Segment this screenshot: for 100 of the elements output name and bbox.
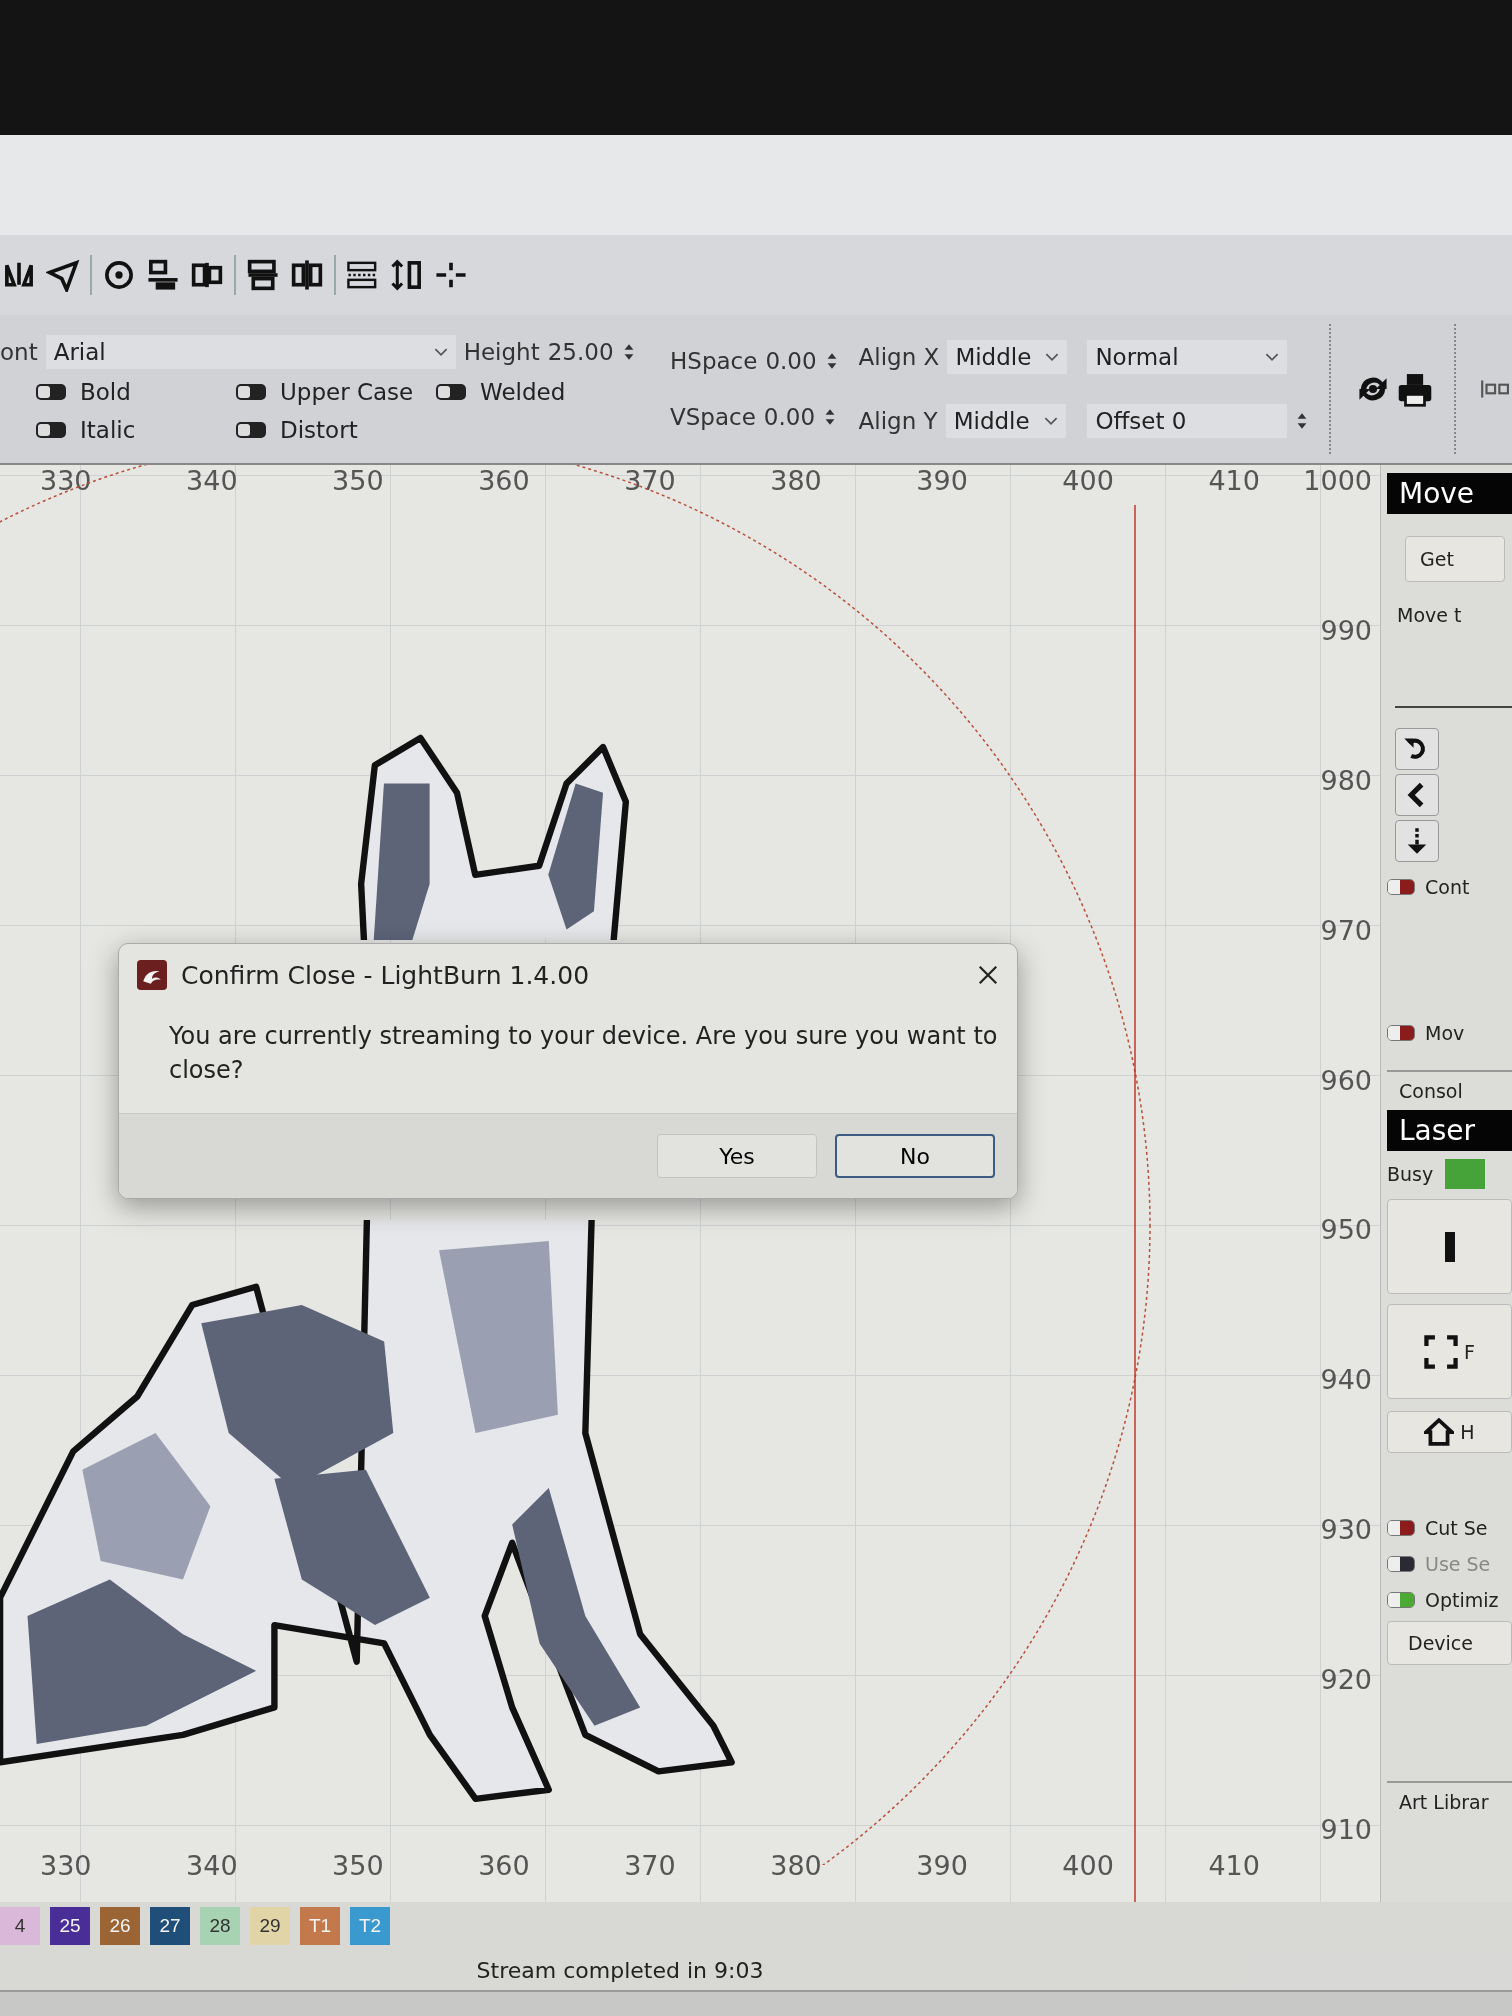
hspace-value: 0.00 [765, 348, 817, 374]
ruler-number: 330 [40, 1850, 92, 1881]
ruler-number: 950 [1320, 1214, 1372, 1246]
font-label: ont [0, 339, 38, 365]
toggle-switch[interactable] [1387, 879, 1415, 895]
panel-tab[interactable]: Consol [1387, 1070, 1512, 1102]
ruler-number: 400 [1062, 1850, 1114, 1881]
status-indicator [1445, 1159, 1486, 1189]
ruler-number: 990 [1320, 614, 1372, 646]
align-icon[interactable] [146, 258, 180, 292]
panel-tab[interactable]: Laser [1387, 1110, 1512, 1151]
layer-color-swatch[interactable]: 27 [150, 1907, 190, 1945]
dialog-title: Confirm Close - LightBurn 1.4.00 [181, 960, 591, 990]
ruler-number: 370 [624, 1850, 676, 1881]
jog-button[interactable] [1395, 820, 1439, 862]
ruler-number: 980 [1320, 764, 1372, 796]
ruler-number: 330 [40, 465, 92, 496]
toggle-label: Use Se [1425, 1553, 1491, 1575]
layer-color-swatch[interactable]: 29 [250, 1907, 290, 1945]
spacing-icon[interactable] [390, 258, 424, 292]
ruler-number: 920 [1320, 1664, 1372, 1695]
chevron-down-icon [1043, 416, 1058, 426]
home-icon [1424, 1417, 1455, 1447]
toggle-switch[interactable] [36, 422, 66, 438]
ruler-number: 1000 [1303, 465, 1372, 496]
toggle-switch[interactable] [436, 384, 466, 400]
devices-button[interactable]: Device [1387, 1621, 1512, 1665]
close-icon[interactable] [977, 964, 999, 986]
toggle-label: Bold [80, 379, 131, 405]
toggle-label: Distort [280, 417, 358, 443]
panel-tab[interactable]: Art Librar [1387, 1781, 1512, 1813]
ruler-number: 370 [624, 465, 676, 496]
toggle-switch[interactable] [1387, 1025, 1415, 1041]
move-label: Move t [1397, 604, 1463, 626]
ruler-number: 360 [478, 465, 530, 496]
stop-button[interactable] [1387, 1199, 1512, 1294]
ruler-number: 960 [1320, 1064, 1372, 1096]
ruler-number: 410 [1208, 465, 1260, 496]
busy-label: Busy [1387, 1163, 1434, 1185]
layer-color-swatch[interactable]: 25 [50, 1907, 90, 1945]
layer-color-swatch[interactable]: 28 [200, 1907, 240, 1945]
font-dropdown[interactable]: Arial [45, 335, 456, 369]
toggle-label: Upper Case [280, 379, 414, 405]
toggle-switch[interactable] [236, 384, 266, 400]
toggle-label: Italic [80, 417, 136, 443]
dialog-button[interactable]: Yes [657, 1134, 817, 1179]
frame-icon [1424, 1334, 1459, 1369]
ruler-number: 970 [1320, 914, 1372, 946]
ruler-number: 380 [770, 465, 822, 496]
ruler-number: 360 [478, 1850, 530, 1881]
dropdown[interactable]: Middle [945, 404, 1066, 438]
dropdown[interactable]: Normal [1087, 340, 1288, 374]
distribute-icon[interactable] [290, 258, 324, 292]
ruler-number: 390 [916, 1850, 968, 1881]
toggle-switch[interactable] [236, 422, 266, 438]
ruler-number: 340 [186, 1850, 238, 1881]
toggle-label: Optimiz [1425, 1589, 1499, 1611]
arrow-icon[interactable] [46, 258, 80, 292]
target-icon[interactable] [102, 258, 136, 292]
ruler-number: 940 [1320, 1364, 1372, 1396]
align-label: Align Y [858, 408, 938, 434]
toggle-switch[interactable] [1387, 1556, 1415, 1572]
toggle-label: Mov [1425, 1022, 1465, 1044]
hspace-label: HSpace [670, 348, 758, 374]
height-value: 25.00 [547, 339, 614, 365]
dropdown[interactable]: Middle [947, 340, 1068, 374]
toggle-switch[interactable] [1387, 1592, 1415, 1608]
offset-field[interactable]: Offset 0 [1087, 404, 1288, 438]
toggle-label: Cut Se [1425, 1517, 1488, 1539]
app-logo-icon [137, 960, 167, 990]
layer-color-swatch[interactable]: 4 [0, 1907, 40, 1945]
get-position-button[interactable]: Get [1405, 536, 1505, 582]
toggle-switch[interactable] [1387, 1520, 1415, 1536]
chevron-down-icon [1265, 352, 1280, 362]
chevron-down-icon [433, 347, 448, 357]
toggle-label: Cont [1425, 876, 1470, 898]
height-label: Height [463, 339, 540, 365]
ruler-number: 350 [332, 465, 384, 496]
ruler-number: 410 [1208, 1850, 1260, 1881]
jog-button[interactable] [1395, 774, 1439, 816]
chevron-down-icon [1045, 352, 1060, 362]
ruler-number: 380 [770, 1850, 822, 1881]
toggle-label: Welded [480, 379, 566, 405]
dialog-message: You are currently streaming to your device. Are you sure you want to close? [168, 1021, 999, 1086]
ruler-number: 930 [1320, 1514, 1372, 1546]
ruler-number: 390 [916, 465, 968, 496]
frame-button[interactable]: F [1387, 1304, 1512, 1399]
distribute-icon[interactable] [246, 258, 280, 292]
stop-icon [1444, 1229, 1455, 1264]
jog-button[interactable] [1395, 728, 1439, 770]
toggle-switch[interactable] [36, 384, 66, 400]
ruler-number: 340 [186, 465, 238, 496]
layer-color-swatch[interactable]: 26 [100, 1907, 140, 1945]
panel-tab[interactable]: Move [1387, 473, 1512, 514]
vspace-value: 0.00 [763, 404, 816, 430]
home-button[interactable]: H [1387, 1411, 1512, 1453]
dialog-button[interactable]: No [835, 1134, 995, 1179]
align-label: Align X [858, 344, 940, 370]
ruler-number: 910 [1320, 1813, 1372, 1845]
ruler-number: 350 [332, 1850, 384, 1881]
